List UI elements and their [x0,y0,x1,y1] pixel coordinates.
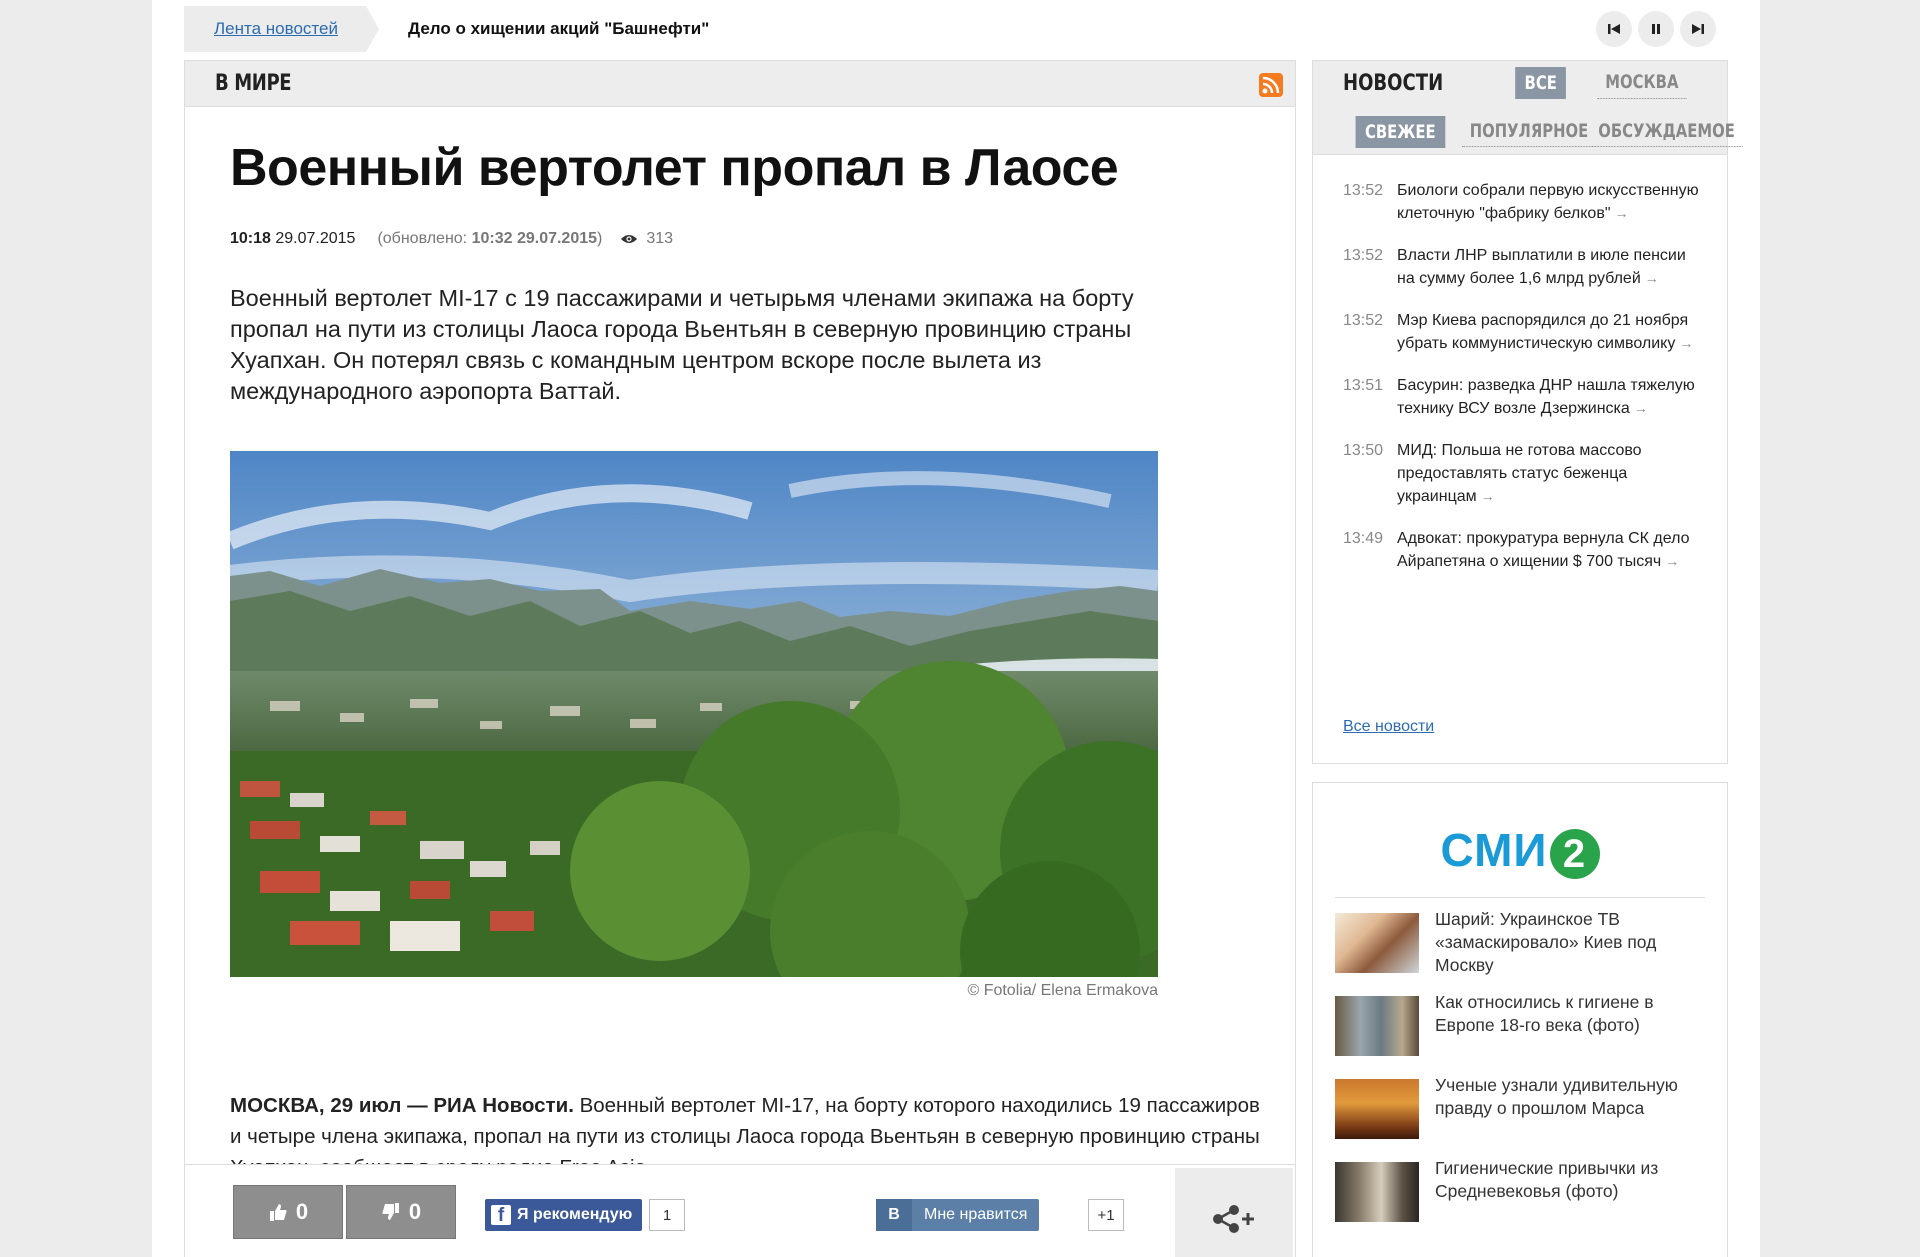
news-list: 13:52 Биологи собрали первую искусственн… [1343,179,1703,592]
rss-icon[interactable] [1259,73,1283,97]
view-count-value: 313 [646,230,674,247]
divider [1335,897,1705,898]
news-item[interactable]: 13:52 Власти ЛНР выплатили в июле пенсии… [1343,244,1703,290]
like-button[interactable]: 0 [233,1185,343,1239]
dislike-count: 0 [408,1199,422,1224]
region-tabs: ВСЕ МОСКВА [1508,67,1699,99]
action-bar: 0 0 f Я рекомендую 1 В Мне нравится +1 [185,1164,1295,1257]
smi2-headline[interactable]: Как относились к гигиене в Европе 18-го … [1435,991,1715,1079]
news-time: 13:50 [1343,442,1384,459]
smi2-headline[interactable]: Ученые узнали удивительную правду о прош… [1435,1074,1715,1162]
article-meta: 10:18 29.07.2015 (обновлено: 10:32 29.07… [230,230,673,248]
eye-icon [621,235,638,243]
pause-icon [1652,24,1660,34]
smi2-headline[interactable]: Гигиенические привычки из Средневековья … [1435,1157,1715,1245]
share-icon [1213,1205,1254,1233]
news-time: 13:52 [1343,247,1384,264]
vk-icon: В [876,1199,912,1231]
ticker-headline[interactable]: Дело о хищении акций "Башнефти" [408,19,709,39]
photo-credit: © Fotolia/ Elena Ermakova [967,982,1158,999]
arrow-icon: → [1633,400,1648,416]
news-headline[interactable]: МИД: Польша не готова массово предоставл… [1397,442,1642,505]
news-time: 13:51 [1343,377,1384,394]
view-count: 313 [620,230,673,248]
news-item[interactable]: 13:52 Мэр Киева распорядился до 21 ноябр… [1343,309,1703,355]
news-headline[interactable]: Власти ЛНР выплатили в июле пенсии на су… [1397,247,1686,287]
facebook-icon: f [491,1205,511,1225]
previous-button[interactable] [1596,11,1632,47]
updated-info: (обновлено: 10:32 29.07.2015) [377,230,603,247]
publish-time: 10:18 [230,230,271,247]
next-icon [1692,24,1704,34]
like-count: 0 [295,1199,309,1224]
news-time: 13:49 [1343,530,1384,547]
smi2-widget: СМИ 2 Шарий: Украинское ТВ «замаскировало… [1312,782,1728,1257]
news-header: НОВОСТИ ВСЕ МОСКВА [1313,61,1727,107]
news-ticker: Лента новостей Дело о хищении акций "Баш… [184,6,1744,52]
section-title[interactable]: В МИРЕ [215,71,292,96]
page: Лента новостей Дело о хищении акций "Баш… [152,0,1760,1257]
arrow-icon: → [1614,205,1629,221]
smi2-headline[interactable]: Шарий: Украинское ТВ «замаскировало» Кие… [1435,908,1715,996]
previous-icon [1608,24,1620,34]
arrow-icon: → [1480,488,1495,504]
thumbs-up-icon [269,1204,287,1221]
updated-time: 10:32 29.07.2015 [471,230,598,247]
arrow-icon: → [1665,553,1680,569]
vk-like-button[interactable]: В Мне нравится [876,1199,1040,1231]
all-news-link[interactable]: Все новости [1343,718,1434,736]
news-time: 13:52 [1343,312,1384,329]
news-sidebar: НОВОСТИ ВСЕ МОСКВА СВЕЖЕЕ ПОПУЛЯРНОЕ ОБС… [1312,60,1743,764]
news-item[interactable]: 13:51 Басурин: разведка ДНР нашла тяжелу… [1343,374,1703,420]
smi2-item[interactable]: Ученые узнали удивительную правду о прош… [1335,1075,1715,1162]
news-headline[interactable]: Адвокат: прокуратура вернула СК дело Айр… [1397,530,1690,570]
sort-tabs: СВЕЖЕЕ ПОПУЛЯРНОЕ ОБСУЖДАЕМОЕ [1313,107,1743,155]
ticker-controls [1596,11,1716,47]
article-photo [230,451,1158,977]
article-container: В МИРЕ Военный вертолет пропал в Лаосе 1… [184,60,1296,1257]
news-item[interactable]: 13:50 МИД: Польша не готова массово пред… [1343,439,1703,508]
article-lead: Военный вертолет MI-17 с 19 пассажирами … [230,285,1134,404]
section-header: В МИРЕ [185,61,1295,107]
smi2-logo[interactable]: СМИ 2 [1313,823,1727,879]
next-button[interactable] [1680,11,1716,47]
thumbs-down-icon [382,1203,399,1220]
news-title: НОВОСТИ [1343,71,1444,96]
smi2-item[interactable]: Как относились к гигиене в Европе 18-го … [1335,992,1715,1079]
ticker-tab: Лента новостей [184,6,379,52]
tab-moscow[interactable]: МОСКВА [1597,67,1687,99]
smi2-item[interactable]: Гигиенические привычки из Средневековья … [1335,1158,1715,1245]
news-feed-link[interactable]: Лента новостей [214,19,338,39]
news-time: 13:52 [1343,182,1384,199]
tab-discussed[interactable]: ОБСУЖДАЕМОЕ [1590,116,1743,147]
facebook-recommend-button[interactable]: f Я рекомендую [485,1199,643,1231]
arrow-icon: → [1644,270,1659,286]
news-headline[interactable]: Басурин: разведка ДНР нашла тяжелую техн… [1397,377,1695,417]
pause-button[interactable] [1638,11,1674,47]
smi2-item[interactable]: Шарий: Украинское ТВ «замаскировало» Кие… [1335,909,1715,996]
facebook-count: 1 [649,1199,685,1231]
vk-count: +1 [1088,1199,1124,1231]
news-headline[interactable]: Биологи собрали первую искусственную кле… [1397,182,1699,222]
tab-all[interactable]: ВСЕ [1515,67,1567,99]
thumbnail[interactable] [1335,1162,1419,1222]
tab-fresh[interactable]: СВЕЖЕЕ [1355,116,1446,148]
dislike-button[interactable]: 0 [346,1185,456,1239]
smi2-list: Шарий: Украинское ТВ «замаскировало» Кие… [1335,909,1715,1245]
arrow-icon: → [1679,335,1694,351]
share-button[interactable] [1175,1168,1293,1257]
news-headline[interactable]: Мэр Киева распорядился до 21 ноября убра… [1397,312,1688,352]
facebook-label: Я рекомендую [517,1206,633,1223]
vk-label: Мне нравится [924,1206,1028,1223]
thumbnail[interactable] [1335,996,1419,1056]
article-headline: Военный вертолет пропал в Лаосе [230,139,1119,197]
tab-popular[interactable]: ПОПУЛЯРНОЕ [1461,116,1597,147]
thumbnail[interactable] [1335,913,1419,973]
publish-date: 29.07.2015 [275,230,356,247]
dateline: МОСКВА, 29 июл — РИА Новости. [230,1094,574,1117]
news-item[interactable]: 13:49 Адвокат: прокуратура вернула СК де… [1343,527,1703,573]
news-item[interactable]: 13:52 Биологи собрали первую искусственн… [1343,179,1703,225]
thumbnail[interactable] [1335,1079,1419,1139]
